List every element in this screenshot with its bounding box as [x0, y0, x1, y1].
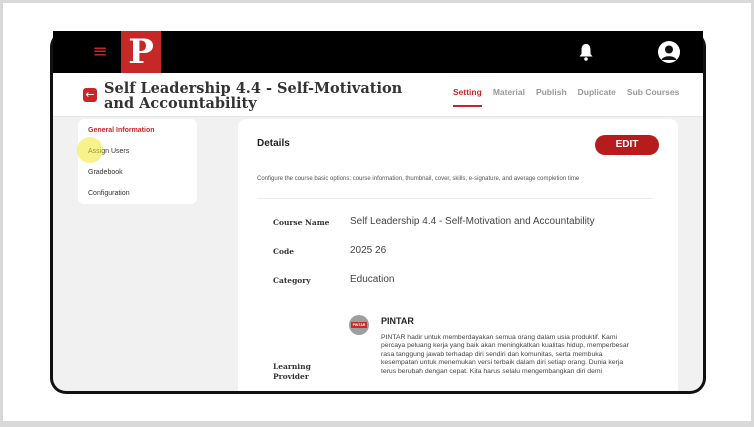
- details-description: Configure the course basic options: cour…: [257, 176, 580, 182]
- category-label: Category: [273, 276, 311, 285]
- category-value: Education: [350, 274, 395, 285]
- provider-logo: PINTAR: [349, 315, 369, 335]
- app-screen: ≡ P ← Self Leadership 4.4 - Self-Motivat…: [53, 31, 703, 391]
- menu-icon[interactable]: ≡: [89, 41, 111, 63]
- top-navbar: ≡ P: [53, 31, 703, 73]
- edit-button[interactable]: EDIT: [595, 135, 659, 155]
- tab-material[interactable]: Material: [493, 87, 525, 107]
- provider-badge: PINTAR: [351, 322, 367, 328]
- cursor-highlight: [77, 137, 103, 163]
- code-label: Code: [273, 247, 294, 256]
- sidebar-item-gradebook[interactable]: Gradebook: [88, 167, 187, 188]
- course-tabs: Setting Material Publish Duplicate Sub C…: [453, 87, 690, 107]
- logo[interactable]: P: [121, 31, 161, 73]
- user-avatar-icon[interactable]: [658, 41, 680, 63]
- course-name-label: Course Name: [273, 218, 330, 227]
- tab-sub-courses[interactable]: Sub Courses: [627, 87, 679, 107]
- learning-provider-label: Learning Provider: [273, 362, 311, 381]
- page-title: Self Leadership 4.4 - Self-Motivation an…: [104, 80, 403, 112]
- provider-name: PINTAR: [381, 316, 414, 326]
- details-title: Details: [257, 138, 290, 149]
- code-value: 2025 26: [350, 245, 387, 256]
- provider-description: PINTAR hadir untuk memberdayakan semua o…: [381, 334, 629, 375]
- details-card: Details EDIT Configure the course basic …: [238, 119, 678, 391]
- tab-setting[interactable]: Setting: [453, 87, 482, 107]
- tab-duplicate[interactable]: Duplicate: [578, 87, 616, 107]
- arrow-left-icon[interactable]: ←: [83, 88, 97, 102]
- course-title-bar: ← Self Leadership 4.4 - Self-Motivation …: [53, 73, 703, 117]
- tab-publish[interactable]: Publish: [536, 87, 567, 107]
- sidebar-item-general-information[interactable]: General Information: [88, 125, 187, 146]
- app-window: ≡ P ← Self Leadership 4.4 - Self-Motivat…: [50, 31, 706, 394]
- divider: [257, 198, 653, 199]
- course-name-value: Self Leadership 4.4 - Self-Motivation an…: [350, 216, 595, 227]
- sidebar-item-configuration[interactable]: Configuration: [88, 188, 187, 209]
- bell-icon[interactable]: [577, 42, 595, 62]
